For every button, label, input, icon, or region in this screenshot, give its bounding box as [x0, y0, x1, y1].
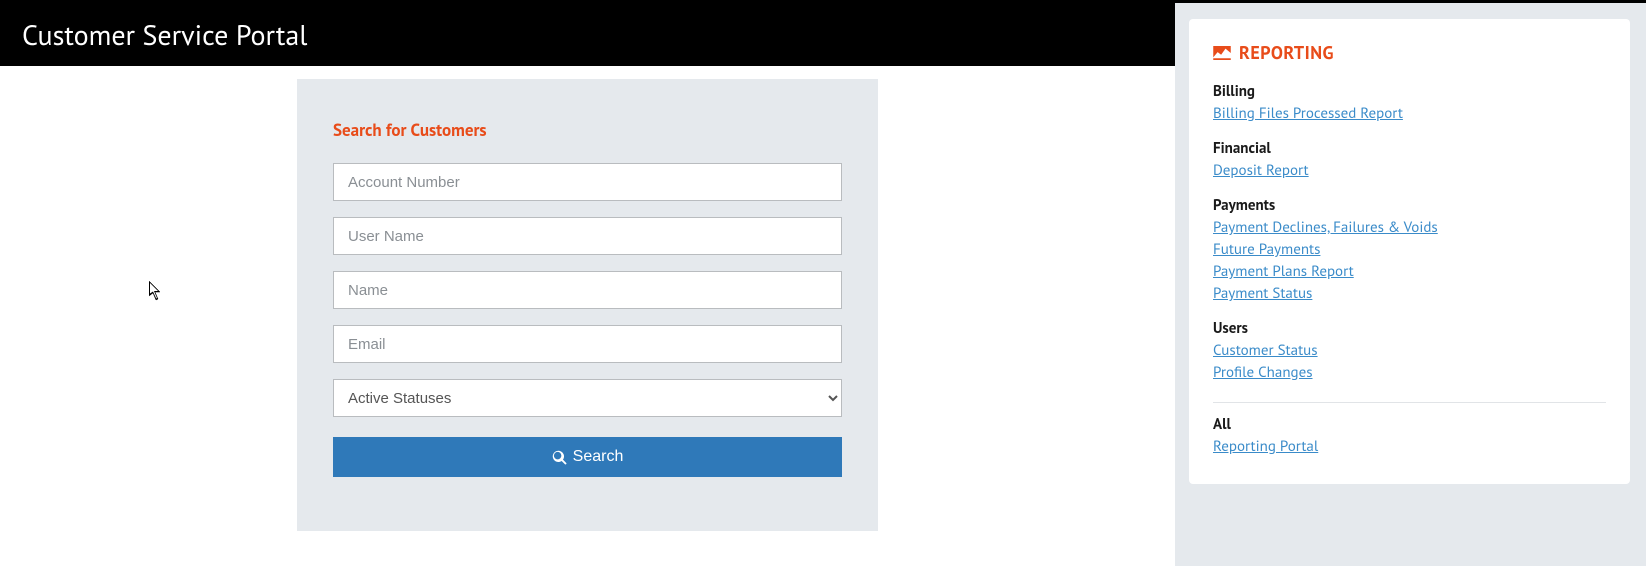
search-title: Search for Customers	[333, 119, 842, 141]
right-column: REPORTING Billing Billing Files Processe…	[1175, 3, 1646, 566]
reporting-card: REPORTING Billing Billing Files Processe…	[1189, 19, 1630, 484]
report-group-title: Billing	[1213, 82, 1606, 101]
report-link-billing-files[interactable]: Billing Files Processed Report	[1213, 103, 1403, 125]
report-group-title: Financial	[1213, 139, 1606, 158]
search-button-label: Search	[573, 448, 624, 466]
report-link-future-payments[interactable]: Future Payments	[1213, 239, 1320, 261]
name-input[interactable]	[333, 271, 842, 309]
report-link-reporting-portal[interactable]: Reporting Portal	[1213, 436, 1318, 458]
report-link-profile-changes[interactable]: Profile Changes	[1213, 362, 1313, 384]
search-icon	[552, 450, 567, 465]
user-name-input[interactable]	[333, 217, 842, 255]
report-link-deposit[interactable]: Deposit Report	[1213, 160, 1309, 182]
report-link-payment-status[interactable]: Payment Status	[1213, 283, 1312, 305]
report-group-title: Payments	[1213, 196, 1606, 215]
divider	[1213, 402, 1606, 403]
header-bar: Customer Service Portal	[0, 3, 1175, 66]
search-card: Search for Customers Active Statuses Sea…	[297, 79, 878, 531]
reporting-title: REPORTING	[1239, 41, 1334, 64]
email-input[interactable]	[333, 325, 842, 363]
report-link-payment-plans[interactable]: Payment Plans Report	[1213, 261, 1354, 283]
report-link-customer-status[interactable]: Customer Status	[1213, 340, 1318, 362]
area-chart-icon	[1213, 46, 1231, 60]
main-area: Customer Service Portal	[0, 3, 1175, 66]
report-link-payment-declines[interactable]: Payment Declines, Failures & Voids	[1213, 217, 1438, 239]
account-number-input[interactable]	[333, 163, 842, 201]
report-group-title: Users	[1213, 319, 1606, 338]
reporting-title-row: REPORTING	[1213, 41, 1606, 64]
cursor-icon	[149, 281, 163, 301]
status-select[interactable]: Active Statuses	[333, 379, 842, 417]
page-title: Customer Service Portal	[22, 16, 307, 53]
report-group-title: All	[1213, 415, 1606, 434]
search-button[interactable]: Search	[333, 437, 842, 477]
